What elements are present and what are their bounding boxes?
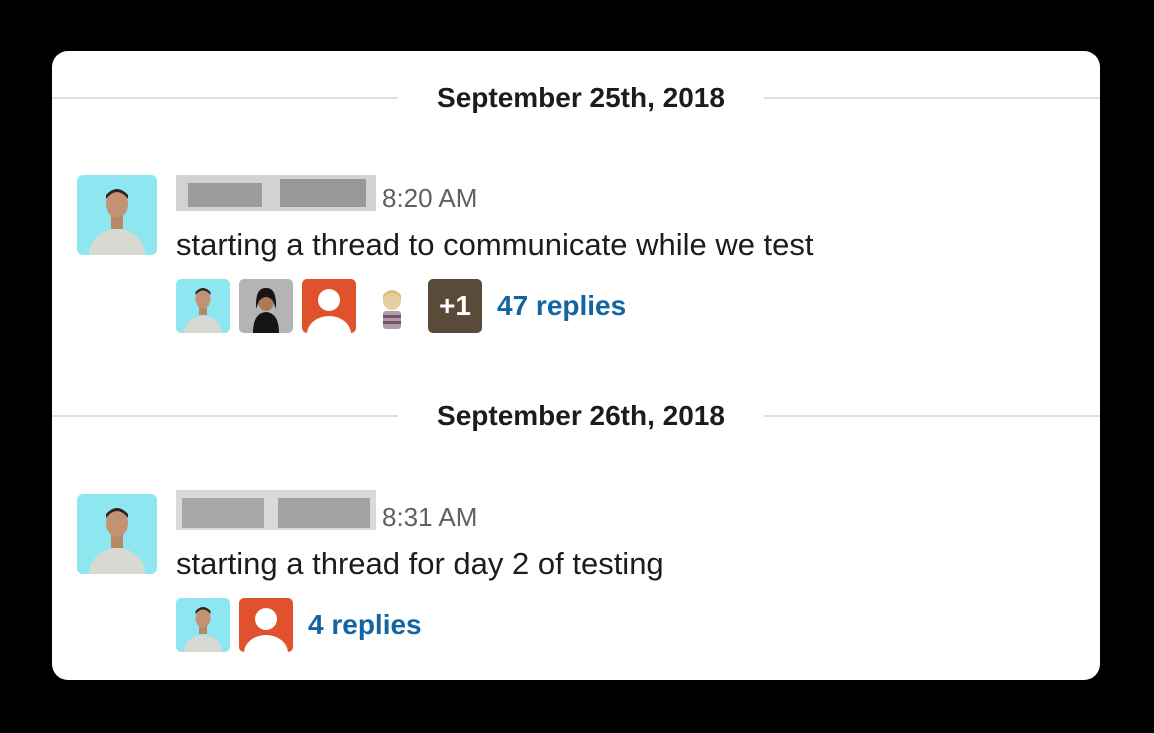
message-pane: September 25th, 2018 8:20 AM starting a … <box>52 51 1100 680</box>
divider-line <box>52 97 398 99</box>
divider-line <box>52 415 398 417</box>
user-photo-avatar <box>176 598 230 652</box>
user-avatar[interactable] <box>77 494 157 574</box>
user-avatar[interactable] <box>77 175 157 255</box>
default-user-avatar-icon <box>302 279 356 333</box>
user-photo-avatar <box>176 279 230 333</box>
message: 8:20 AM starting a thread to communicate… <box>52 175 1100 345</box>
message-timestamp[interactable]: 8:31 AM <box>382 502 477 532</box>
reply-user-avatar <box>302 279 356 333</box>
date-divider: September 25th, 2018 <box>52 78 1100 118</box>
reply-user-avatar <box>176 598 230 652</box>
message-timestamp[interactable]: 8:20 AM <box>382 183 477 213</box>
divider-line <box>764 415 1100 417</box>
reply-user-avatar <box>239 598 293 652</box>
date-label[interactable]: September 25th, 2018 <box>398 78 764 118</box>
message: 8:31 AM starting a thread for day 2 of t… <box>52 490 1100 664</box>
reply-user-avatar <box>365 279 419 333</box>
reply-user-avatar <box>239 279 293 333</box>
message-text: starting a thread for day 2 of testing <box>176 546 664 581</box>
replies-count-link[interactable]: 47 replies <box>497 288 626 324</box>
user-photo-avatar <box>239 279 293 333</box>
user-photo-avatar <box>77 175 157 255</box>
more-repliers-badge: +1 <box>428 279 482 333</box>
default-user-avatar-icon <box>239 598 293 652</box>
sender-name-redacted[interactable] <box>176 175 376 215</box>
message-text: starting a thread to communicate while w… <box>176 227 814 262</box>
divider-line <box>764 97 1100 99</box>
user-photo-avatar <box>77 494 157 574</box>
reply-user-avatar <box>176 279 230 333</box>
sender-name-redacted[interactable] <box>176 490 376 534</box>
cartoon-avatar-icon <box>365 279 419 333</box>
replies-count-link[interactable]: 4 replies <box>308 607 422 643</box>
date-divider: September 26th, 2018 <box>52 396 1100 436</box>
date-label[interactable]: September 26th, 2018 <box>398 396 764 436</box>
